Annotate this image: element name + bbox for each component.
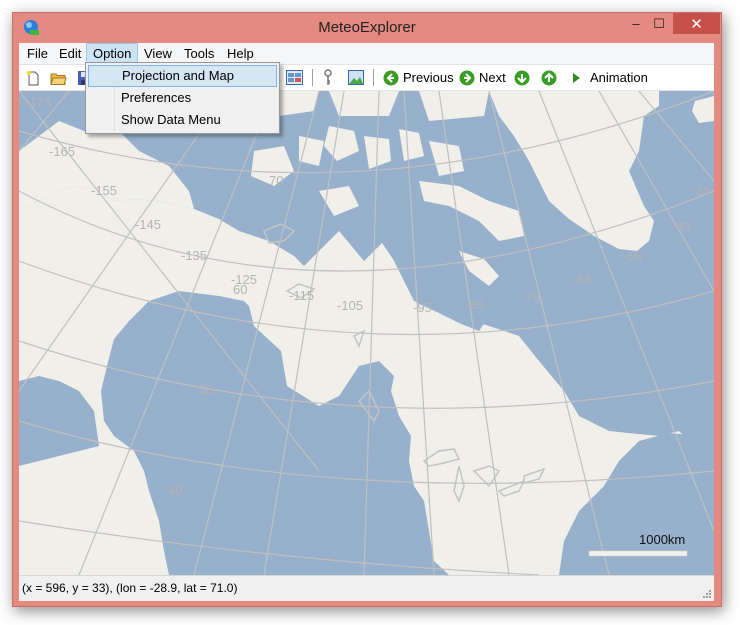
lon-label: -75 — [521, 289, 540, 304]
maximize-button[interactable]: ☐ — [646, 13, 672, 34]
key-button[interactable] — [323, 68, 333, 87]
lat-label: 50 — [199, 382, 213, 397]
menu-tools[interactable]: Tools — [178, 44, 220, 63]
toolbar-separator — [373, 69, 374, 86]
maximize-icon: ☐ — [653, 15, 665, 31]
window-title: MeteoExplorer — [318, 19, 416, 36]
next-label: Next — [479, 70, 506, 85]
lon-label: -45 — [672, 219, 691, 234]
new-button[interactable] — [25, 68, 41, 87]
open-button[interactable] — [50, 68, 67, 87]
menu-item-preferences[interactable]: Preferences — [88, 88, 275, 108]
up-button[interactable] — [541, 68, 557, 87]
animation-label: Animation — [590, 70, 648, 85]
lon-label: -95 — [413, 300, 432, 315]
option-menu-dropdown: Projection and Map Preferences Show Data… — [85, 62, 280, 134]
lon-label: -85 — [465, 297, 484, 312]
lat-label: 40 — [168, 483, 182, 498]
arrow-right-circle-icon — [459, 70, 475, 85]
close-icon: ✕ — [690, 15, 703, 33]
lat-label: 60 — [233, 282, 247, 297]
down-button[interactable] — [514, 68, 530, 87]
menu-item-label: Preferences — [121, 90, 192, 105]
minimize-icon: – — [632, 16, 640, 31]
new-file-icon — [26, 70, 39, 85]
globe-app-icon — [24, 20, 39, 35]
lon-label: -35 — [692, 183, 711, 198]
map-canvas[interactable]: -175 -165 -155 -145 -135 -125 -115 -105 … — [19, 91, 714, 575]
lon-label: -55 — [623, 249, 642, 264]
close-button[interactable]: ✕ — [673, 13, 720, 34]
scale-bar — [588, 550, 688, 557]
lon-label: -105 — [337, 298, 363, 313]
lon-label: -145 — [135, 217, 161, 232]
layout-button[interactable] — [286, 68, 303, 87]
cursor-coordinates: (x = 596, y = 33), (lon = -28.9, lat = 7… — [22, 581, 238, 595]
lat-label: 70 — [269, 173, 283, 188]
resize-grip-icon[interactable] — [702, 589, 711, 598]
menu-item-label: Projection and Map — [122, 68, 235, 83]
map-svg[interactable]: -175 -165 -155 -145 -135 -125 -115 -105 … — [19, 91, 714, 575]
menu-option[interactable]: Option — [86, 43, 139, 64]
lon-label: -165 — [49, 144, 75, 159]
title-bar[interactable]: MeteoExplorer – ☐ ✕ — [13, 13, 721, 43]
play-icon — [573, 72, 580, 83]
lon-label: -175 — [25, 95, 51, 110]
menu-file[interactable]: File — [21, 44, 54, 63]
animation-button[interactable]: Animation — [571, 68, 648, 87]
image-button[interactable] — [348, 68, 364, 87]
layout-grid-icon — [286, 70, 303, 85]
lon-label: -135 — [181, 248, 207, 263]
arrow-up-circle-icon — [541, 70, 557, 85]
next-button[interactable]: Next — [459, 68, 506, 87]
menu-item-show-data-menu[interactable]: Show Data Menu — [88, 110, 275, 130]
previous-button[interactable]: Previous — [383, 68, 454, 87]
picture-icon — [348, 70, 364, 85]
menu-help[interactable]: Help — [221, 44, 260, 63]
open-folder-icon — [50, 73, 67, 85]
scale-bar-label: 1000km — [639, 532, 685, 547]
status-bar: (x = 596, y = 33), (lon = -28.9, lat = 7… — [19, 575, 714, 601]
lon-label: -155 — [91, 183, 117, 198]
lon-label: -65 — [573, 272, 592, 287]
key-icon — [324, 69, 332, 85]
arrow-left-circle-icon — [383, 70, 399, 85]
toolbar-separator — [312, 69, 313, 86]
previous-label: Previous — [403, 70, 454, 85]
menu-item-projection-and-map[interactable]: Projection and Map — [88, 65, 277, 87]
lon-label: -115 — [289, 288, 314, 303]
arrow-down-circle-icon — [514, 70, 530, 85]
menu-view[interactable]: View — [138, 44, 178, 63]
menu-item-label: Show Data Menu — [121, 112, 221, 127]
menu-edit[interactable]: Edit — [53, 44, 87, 63]
